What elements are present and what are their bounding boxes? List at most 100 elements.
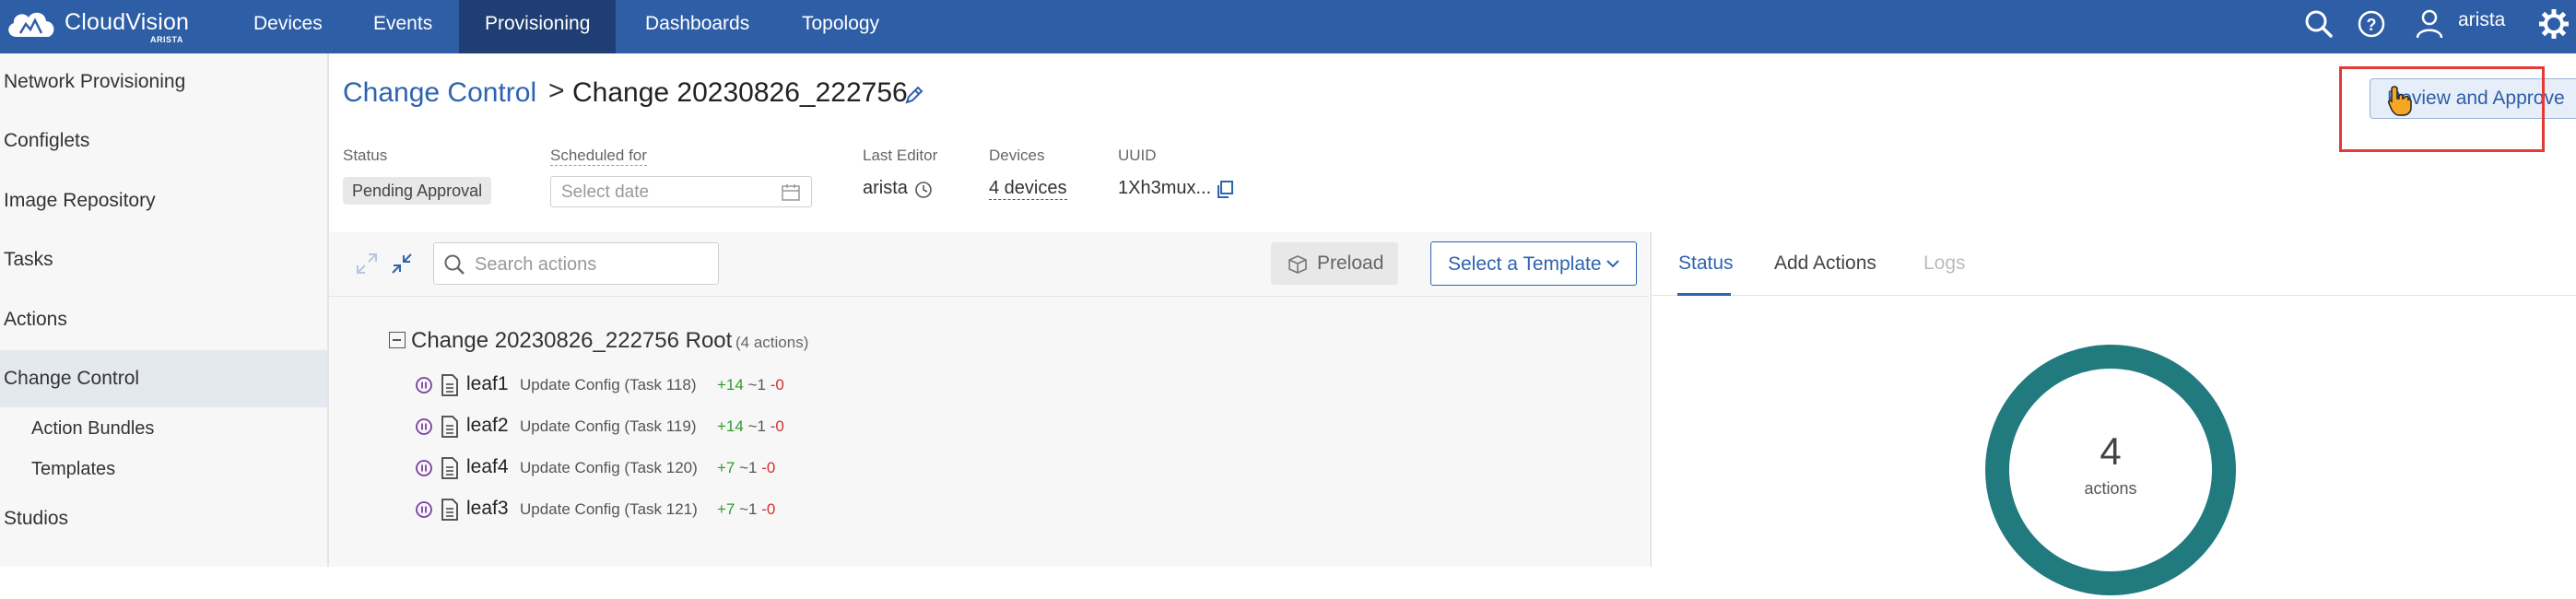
uuid-label: UUID: [1118, 147, 1157, 164]
sidebar: Network Provisioning Configlets Image Re…: [0, 53, 329, 567]
user-icon[interactable]: [2413, 7, 2446, 41]
diff-modified: ~1: [747, 376, 766, 393]
scheduled-for-label: Scheduled for: [550, 147, 647, 166]
select-template-dropdown[interactable]: Select a Template: [1430, 241, 1637, 286]
calendar-icon[interactable]: [782, 184, 800, 201]
action-row[interactable]: leaf4 Update Config (Task 120) +7 ~1 -0: [415, 454, 968, 482]
devices-label: Devices: [989, 147, 1045, 164]
sidebar-item-actions[interactable]: Actions: [0, 291, 327, 348]
device-name: leaf3: [466, 498, 509, 519]
hand-cursor-icon: [2388, 86, 2412, 116]
last-editor-value: arista: [863, 178, 908, 198]
nav-topology[interactable]: Topology: [776, 0, 905, 53]
tabs-divider: [1652, 295, 2576, 296]
active-tab-indicator: [1677, 293, 1731, 296]
diff-modified: ~1: [739, 500, 758, 518]
action-row[interactable]: leaf3 Update Config (Task 121) +7 ~1 -0: [415, 496, 968, 523]
breadcrumb-change-control[interactable]: Change Control: [343, 77, 536, 109]
chevron-down-icon: [1606, 260, 1619, 268]
search-icon: [444, 254, 465, 275]
diff-deleted: -0: [770, 417, 784, 435]
action-row[interactable]: leaf1 Update Config (Task 118) +14 ~1 -0: [415, 371, 968, 399]
diff-added: +14: [717, 417, 744, 435]
diff-deleted: -0: [761, 459, 776, 476]
cloudvision-logo[interactable]: CloudVision ARISTA: [4, 6, 202, 48]
pause-status-icon: [416, 377, 432, 393]
expand-icon[interactable]: [356, 253, 378, 275]
page-title: Change 20230826_222756: [572, 77, 908, 108]
cloud-logo-icon: [8, 12, 54, 37]
breadcrumb-separator: >: [548, 76, 565, 106]
nav-devices[interactable]: Devices: [228, 0, 348, 53]
diff-added: +14: [717, 376, 744, 393]
diff-modified: ~1: [739, 459, 758, 476]
tab-add-actions[interactable]: Add Actions: [1774, 253, 1876, 275]
copy-icon[interactable]: [1215, 180, 1235, 200]
sidebar-item-configlets[interactable]: Configlets: [0, 112, 327, 170]
search-placeholder: Search actions: [475, 254, 597, 275]
schedule-date-input[interactable]: Select date: [550, 176, 812, 207]
sidebar-item-image-repository[interactable]: Image Repository: [0, 172, 327, 229]
file-icon: [441, 457, 458, 479]
config-diff: +14 ~1 -0: [717, 417, 784, 436]
task-name: Update Config (Task 119): [520, 417, 697, 435]
highlight-box: [2339, 66, 2545, 152]
sidebar-item-network-provisioning[interactable]: Network Provisioning: [0, 53, 327, 111]
help-icon[interactable]: ?: [2355, 7, 2388, 41]
svg-text:?: ?: [2367, 16, 2377, 34]
preload-label: Preload: [1317, 253, 1384, 274]
diff-added: +7: [717, 500, 735, 518]
sidebar-item-action-bundles[interactable]: Action Bundles: [31, 418, 154, 440]
tab-logs[interactable]: Logs: [1923, 253, 1966, 275]
config-diff: +14 ~1 -0: [717, 376, 784, 394]
edit-pencil-icon[interactable]: [903, 84, 925, 106]
user-name[interactable]: arista: [2458, 9, 2505, 31]
date-placeholder: Select date: [561, 182, 650, 202]
uuid-value: 1Xh3mux...: [1118, 178, 1212, 198]
diff-deleted: -0: [770, 376, 784, 393]
last-editor-label: Last Editor: [863, 147, 938, 164]
file-icon: [441, 374, 458, 396]
nav-events[interactable]: Events: [347, 0, 458, 53]
config-diff: +7 ~1 -0: [717, 459, 775, 477]
status-label: Status: [343, 147, 388, 164]
sidebar-item-change-control[interactable]: Change Control: [0, 350, 327, 407]
task-name: Update Config (Task 120): [520, 459, 698, 476]
devices-link[interactable]: 4 devices: [989, 178, 1067, 200]
file-icon: [441, 499, 458, 521]
root-stage-title: Change 20230826_222756 Root: [411, 328, 733, 353]
collapse-toggle-icon[interactable]: [389, 332, 406, 348]
clock-icon[interactable]: [914, 181, 933, 199]
template-label: Select a Template: [1448, 253, 1602, 275]
collapse-icon[interactable]: [391, 253, 413, 275]
cube-icon: [1288, 255, 1307, 274]
donut-count: 4: [2100, 429, 2122, 473]
sidebar-item-studios[interactable]: Studios: [0, 490, 327, 547]
pause-status-icon: [416, 418, 432, 435]
nav-dashboards[interactable]: Dashboards: [619, 0, 775, 53]
diff-deleted: -0: [761, 500, 776, 518]
task-name: Update Config (Task 118): [520, 376, 697, 393]
donut-label: actions: [2084, 479, 2137, 498]
brand-sub: ARISTA: [150, 35, 183, 44]
nav-provisioning[interactable]: Provisioning: [459, 0, 617, 53]
device-name: leaf2: [466, 415, 509, 436]
task-name: Update Config (Task 121): [520, 500, 698, 518]
preload-button[interactable]: Preload: [1271, 242, 1398, 285]
file-icon: [441, 416, 458, 438]
device-name: leaf4: [466, 456, 509, 477]
sidebar-item-templates[interactable]: Templates: [31, 459, 115, 480]
sidebar-item-tasks[interactable]: Tasks: [0, 231, 327, 288]
search-icon[interactable]: [2302, 7, 2335, 41]
diff-added: +7: [717, 459, 735, 476]
top-nav-bar: CloudVision ARISTA Devices Events Provis…: [0, 0, 2576, 53]
action-row[interactable]: leaf2 Update Config (Task 119) +14 ~1 -0: [415, 413, 968, 440]
pause-status-icon: [416, 501, 432, 518]
gear-icon[interactable]: [2537, 7, 2570, 41]
root-action-count: (4 actions): [735, 334, 809, 351]
tab-status[interactable]: Status: [1678, 253, 1734, 275]
status-badge: Pending Approval: [343, 177, 492, 205]
search-actions-input[interactable]: Search actions: [433, 242, 719, 285]
pause-status-icon: [416, 460, 432, 476]
diff-modified: ~1: [747, 417, 766, 435]
